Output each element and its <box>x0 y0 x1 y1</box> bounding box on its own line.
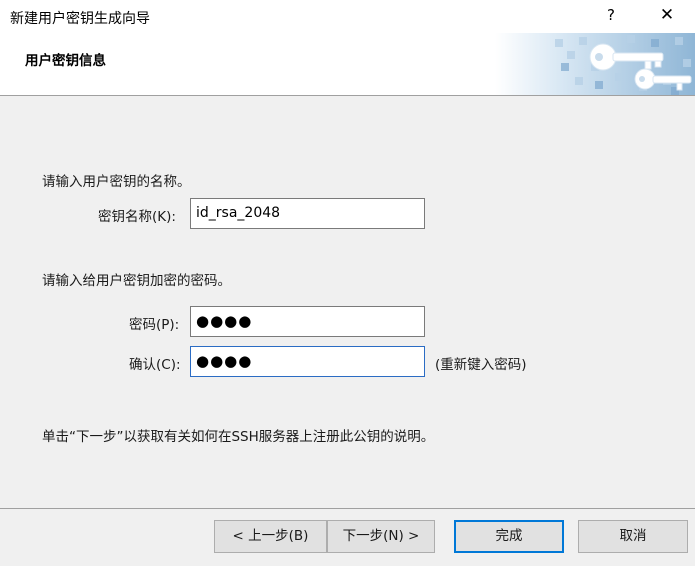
next-button[interactable]: 下一步(N) > <box>327 520 435 553</box>
window-title: 新建用户密钥生成向导 <box>10 11 150 27</box>
confirm-label: 确认(C): <box>129 357 181 373</box>
footer-divider <box>0 508 695 509</box>
info-text: 单击“下一步”以获取有关如何在SSH服务器上注册此公钥的说明。 <box>42 429 435 445</box>
name-prompt: 请输入用户密钥的名称。 <box>42 174 191 190</box>
password-label: 密码(P): <box>129 317 180 333</box>
confirm-password-input[interactable]: ●●●● <box>190 346 425 377</box>
page-heading: 用户密钥信息 <box>25 53 106 69</box>
key-name-label: 密钥名称(K): <box>98 209 176 225</box>
confirm-hint: (重新键入密码) <box>435 357 527 373</box>
cancel-button[interactable]: 取消 <box>578 520 688 553</box>
header-banner: 用户密钥信息 <box>0 33 695 96</box>
keys-icon <box>495 33 695 95</box>
password-prompt: 请输入给用户密钥加密的密码。 <box>42 273 231 289</box>
title-bar: 新建用户密钥生成向导 ? ✕ <box>0 0 695 33</box>
key-name-input[interactable]: id_rsa_2048 <box>190 198 425 229</box>
close-icon[interactable]: ✕ <box>652 5 682 25</box>
finish-button[interactable]: 完成 <box>454 520 564 553</box>
password-input[interactable]: ●●●● <box>190 306 425 337</box>
key-wizard-dialog: 新建用户密钥生成向导 ? ✕ 用户密钥信息 请输入用户密钥的名称。 密钥名称(K… <box>0 0 695 566</box>
help-icon[interactable]: ? <box>603 6 619 24</box>
back-button[interactable]: < 上一步(B) <box>214 520 327 553</box>
